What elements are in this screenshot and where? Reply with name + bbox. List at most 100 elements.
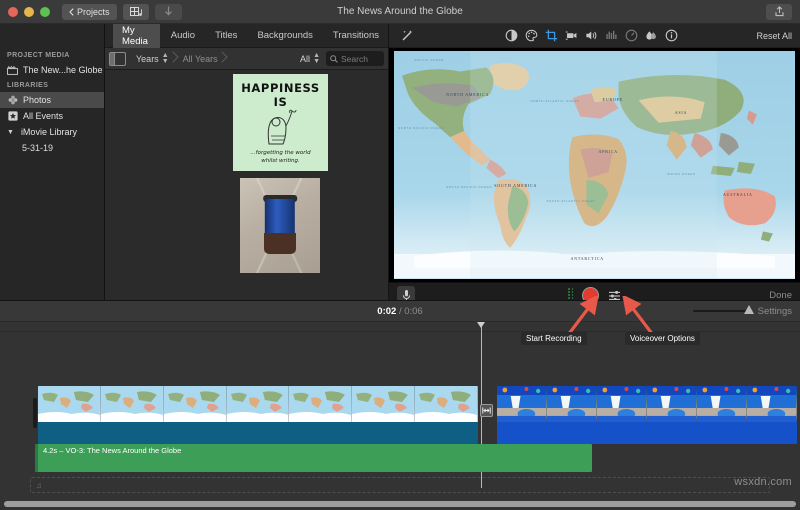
happiness-card: HAPPINESS IS ...forgetting the world whi… [233,74,328,171]
clip-audio-waveform [497,422,797,444]
sidebar-item-project-media[interactable]: The New...he Globe [0,62,104,78]
browser-toolbar: Years ▲▼ All Years All ▲▼ Search [105,48,388,70]
group-by-label: Years [136,54,159,64]
sidebar-item-imovie-library[interactable]: ▼ iMovie Library [0,124,104,140]
photos-flower-icon [7,95,18,106]
sidebar-item-label: The New...he Globe [23,65,103,75]
zoom-slider-track[interactable] [693,310,751,312]
search-placeholder: Search [341,54,368,64]
share-button[interactable] [766,4,792,20]
search-field[interactable]: Search [326,51,384,66]
movie-clapper-icon [7,65,18,76]
color-correction-palette-icon[interactable] [521,26,541,46]
sidebar-item-all-events[interactable]: All Events [0,108,104,124]
clip-audio-waveform [38,422,478,444]
tab-audio[interactable]: Audio [162,27,204,44]
color-balance-icon[interactable] [501,26,521,46]
clip-trim-handle-icon[interactable] [480,404,493,417]
filter-label: All [300,54,310,64]
filmstrip-frame [747,386,797,422]
breadcrumb-all-years[interactable]: All Years [179,50,228,68]
crop-icon[interactable] [541,26,561,46]
speed-gauge-icon[interactable] [621,26,641,46]
sidebar-subitem-event-date[interactable]: 5-31-19 [0,140,104,155]
ocean-label-north-pacific: NORTH PACIFIC OCEAN [398,126,444,130]
ocean-label-arctic: ARCTIC OCEAN [414,58,444,62]
music-track-placeholder[interactable]: ♫ [30,477,770,493]
tab-backgrounds[interactable]: Backgrounds [248,27,321,44]
timecode-display: 0:02 / 0:06 [0,306,800,317]
maximize-button[interactable] [40,7,50,17]
map-label-north-america: NORTH AMERICA [446,92,489,97]
ocean-label-indian: INDIAN OCEAN [667,172,696,176]
group-by-years-control[interactable]: Years ▲▼ [132,50,179,68]
zoom-slider-knob[interactable] [744,305,754,314]
volume-speaker-icon[interactable] [581,26,601,46]
filmstrip-frame [227,386,290,422]
reset-all-button[interactable]: Reset All [756,31,792,41]
timeline-horizontal-scrollbar[interactable] [4,501,796,507]
upper-panes: PROJECT MEDIA The New...he Globe LIBRARI… [0,24,800,300]
window-title: The News Around the Globe [0,6,800,17]
library-view-button[interactable] [123,4,149,20]
timeline-header: 0:02 / 0:06 Settings [0,300,800,322]
magic-wand-icon[interactable] [397,26,417,46]
time-separator: / [399,306,402,317]
ocean-label-north-atlantic: NORTH ATLANTIC OCEAN [530,99,579,103]
minimize-button[interactable] [24,7,34,17]
browser-tab-bar: My Media Audio Titles Backgrounds Transi… [105,24,388,48]
filter-droplet-icon[interactable] [641,26,661,46]
sidebar-item-label: All Events [23,111,63,121]
filmstrip-frame [415,386,478,422]
happiness-card-thumbnail[interactable]: HAPPINESS IS ...forgetting the world whi… [233,74,328,171]
stepper-icon: ▲▼ [162,53,169,65]
star-events-icon [7,111,18,122]
sidebar-item-label: iMovie Library [21,127,77,137]
blue-can-2-thumbnail[interactable] [240,178,320,273]
filmstrip-frame [289,386,352,422]
window-controls [8,7,50,17]
import-media-button[interactable] [155,4,182,20]
voiceover-audio-clip[interactable]: 4.2s – VO-3: The News Around the Globe [35,444,592,472]
timeline[interactable]: 4.2s – VO-3: The News Around the Globe ♫ [0,322,800,510]
stabilization-camera-icon[interactable] [561,26,581,46]
title-bar: Projects The News Around the Globe [0,0,800,24]
info-circle-icon[interactable] [661,26,681,46]
map-label-asia: ASIA [675,110,688,115]
media-grid[interactable]: HAPPINESS IS ...forgetting the world whi… [105,70,388,300]
filmstrip-frame [352,386,415,422]
happiness-caption: ...forgetting the world whilst writing. [233,149,328,165]
map-label-australia: AUSTRALIA [723,192,753,197]
ocean-label-south-pacific: SOUTH PACIFIC OCEAN [446,185,492,189]
world-map-image: NORTH AMERICA SOUTH AMERICA EUROPE AFRIC… [394,51,795,279]
stepper-icon: ▲▼ [313,53,320,65]
back-button-label: Projects [77,7,110,17]
sidebar-heading-libraries: LIBRARIES [0,78,104,92]
disclosure-triangle-icon[interactable]: ▼ [7,129,14,136]
timeline-ruler[interactable] [0,322,800,332]
waterfall-video-clip[interactable] [497,386,797,444]
tab-transitions[interactable]: Transitions [324,27,388,44]
map-label-antarctica: ANTARCTICA [570,256,603,261]
back-to-projects-button[interactable]: Projects [62,4,117,20]
happiness-title: HAPPINESS IS [233,81,328,109]
callout-start-recording: Start Recording [521,332,587,345]
clip-left-trim-handle[interactable] [33,398,37,428]
video-viewer[interactable]: NORTH AMERICA SOUTH AMERICA EUROPE AFRIC… [389,48,800,282]
sidebar-toggle-icon[interactable] [109,52,126,66]
sidebar-item-photos[interactable]: Photos [0,92,104,108]
playhead-handle[interactable] [477,322,485,328]
filmstrip-frame [597,386,647,422]
world-map-video-clip[interactable] [38,386,478,444]
tab-titles[interactable]: Titles [206,27,246,44]
tab-my-media[interactable]: My Media [113,22,160,50]
filmstrip-frame [164,386,227,422]
filter-all-control[interactable]: All ▲▼ [300,53,320,65]
viewer-pane: Reset All [388,24,800,300]
imovie-window: Projects The News Around the Globe [0,0,800,510]
total-time: 0:06 [404,306,423,317]
close-button[interactable] [8,7,18,17]
noise-equalizer-icon[interactable] [601,26,621,46]
import-download-icon [164,6,173,17]
chevron-left-icon [69,8,74,16]
